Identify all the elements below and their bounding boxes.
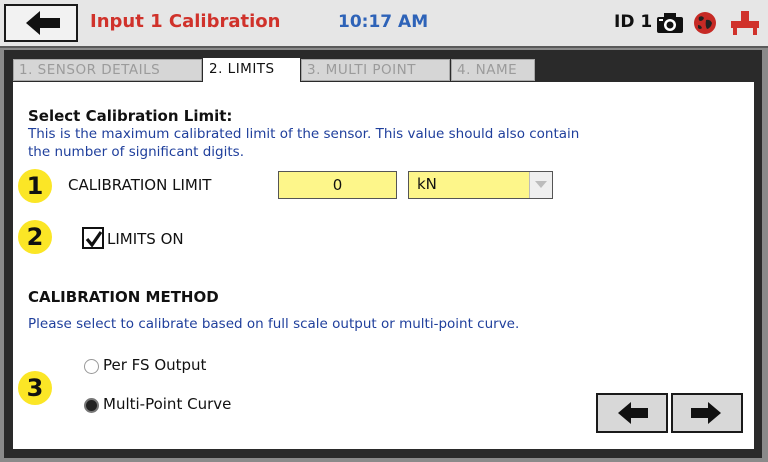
back-button[interactable] bbox=[4, 4, 78, 42]
limits-on-label: LIMITS ON bbox=[107, 230, 184, 248]
camera-icon[interactable] bbox=[656, 12, 684, 34]
unit-select[interactable]: kN bbox=[408, 171, 553, 199]
globe-icon[interactable] bbox=[693, 11, 717, 35]
previous-button[interactable] bbox=[596, 393, 668, 433]
page-title: Input 1 Calibration bbox=[90, 11, 281, 32]
unit-select-value: kN bbox=[417, 175, 437, 193]
multi-point-curve-radio[interactable] bbox=[84, 398, 99, 413]
calibration-limit-description-2: the number of significant digits. bbox=[28, 144, 244, 160]
step-badge-2: 2 bbox=[18, 220, 52, 254]
arrow-left-icon bbox=[618, 402, 648, 424]
per-fs-output-label[interactable]: Per FS Output bbox=[103, 356, 206, 374]
multi-point-curve-label[interactable]: Multi-Point Curve bbox=[103, 395, 231, 413]
calibration-method-heading: CALIBRATION METHOD bbox=[28, 288, 219, 306]
header-bar: Input 1 Calibration 10:17 AM ID 1 bbox=[0, 0, 768, 48]
step-badge-1: 1 bbox=[18, 169, 52, 203]
tab-limits[interactable]: 2. LIMITS bbox=[203, 58, 300, 82]
clock-time: 10:17 AM bbox=[338, 12, 429, 32]
next-button[interactable] bbox=[671, 393, 743, 433]
tab-multi-point[interactable]: 3. MULTI POINT bbox=[301, 59, 450, 81]
arrow-left-icon bbox=[26, 11, 60, 35]
tab-name[interactable]: 4. NAME bbox=[451, 59, 535, 81]
checkmark-icon bbox=[85, 231, 103, 248]
per-fs-output-radio[interactable] bbox=[84, 359, 99, 374]
calibration-method-description: Please select to calibrate based on full… bbox=[28, 316, 520, 332]
step-badge-3: 3 bbox=[18, 371, 52, 405]
limits-on-checkbox[interactable] bbox=[82, 227, 104, 249]
calibration-limit-description-1: This is the maximum calibrated limit of … bbox=[28, 126, 580, 142]
tab-sensor-details[interactable]: 1. SENSOR DETAILS bbox=[13, 59, 202, 81]
chevron-down-icon[interactable] bbox=[529, 172, 552, 198]
device-id: ID 1 bbox=[614, 12, 653, 32]
calibration-limit-label: CALIBRATION LIMIT bbox=[68, 176, 212, 194]
calibration-limit-heading: Select Calibration Limit: bbox=[28, 107, 233, 125]
arrow-right-icon bbox=[691, 402, 721, 424]
connector-icon[interactable] bbox=[729, 10, 761, 36]
calibration-limit-input[interactable]: 0 bbox=[278, 171, 397, 199]
